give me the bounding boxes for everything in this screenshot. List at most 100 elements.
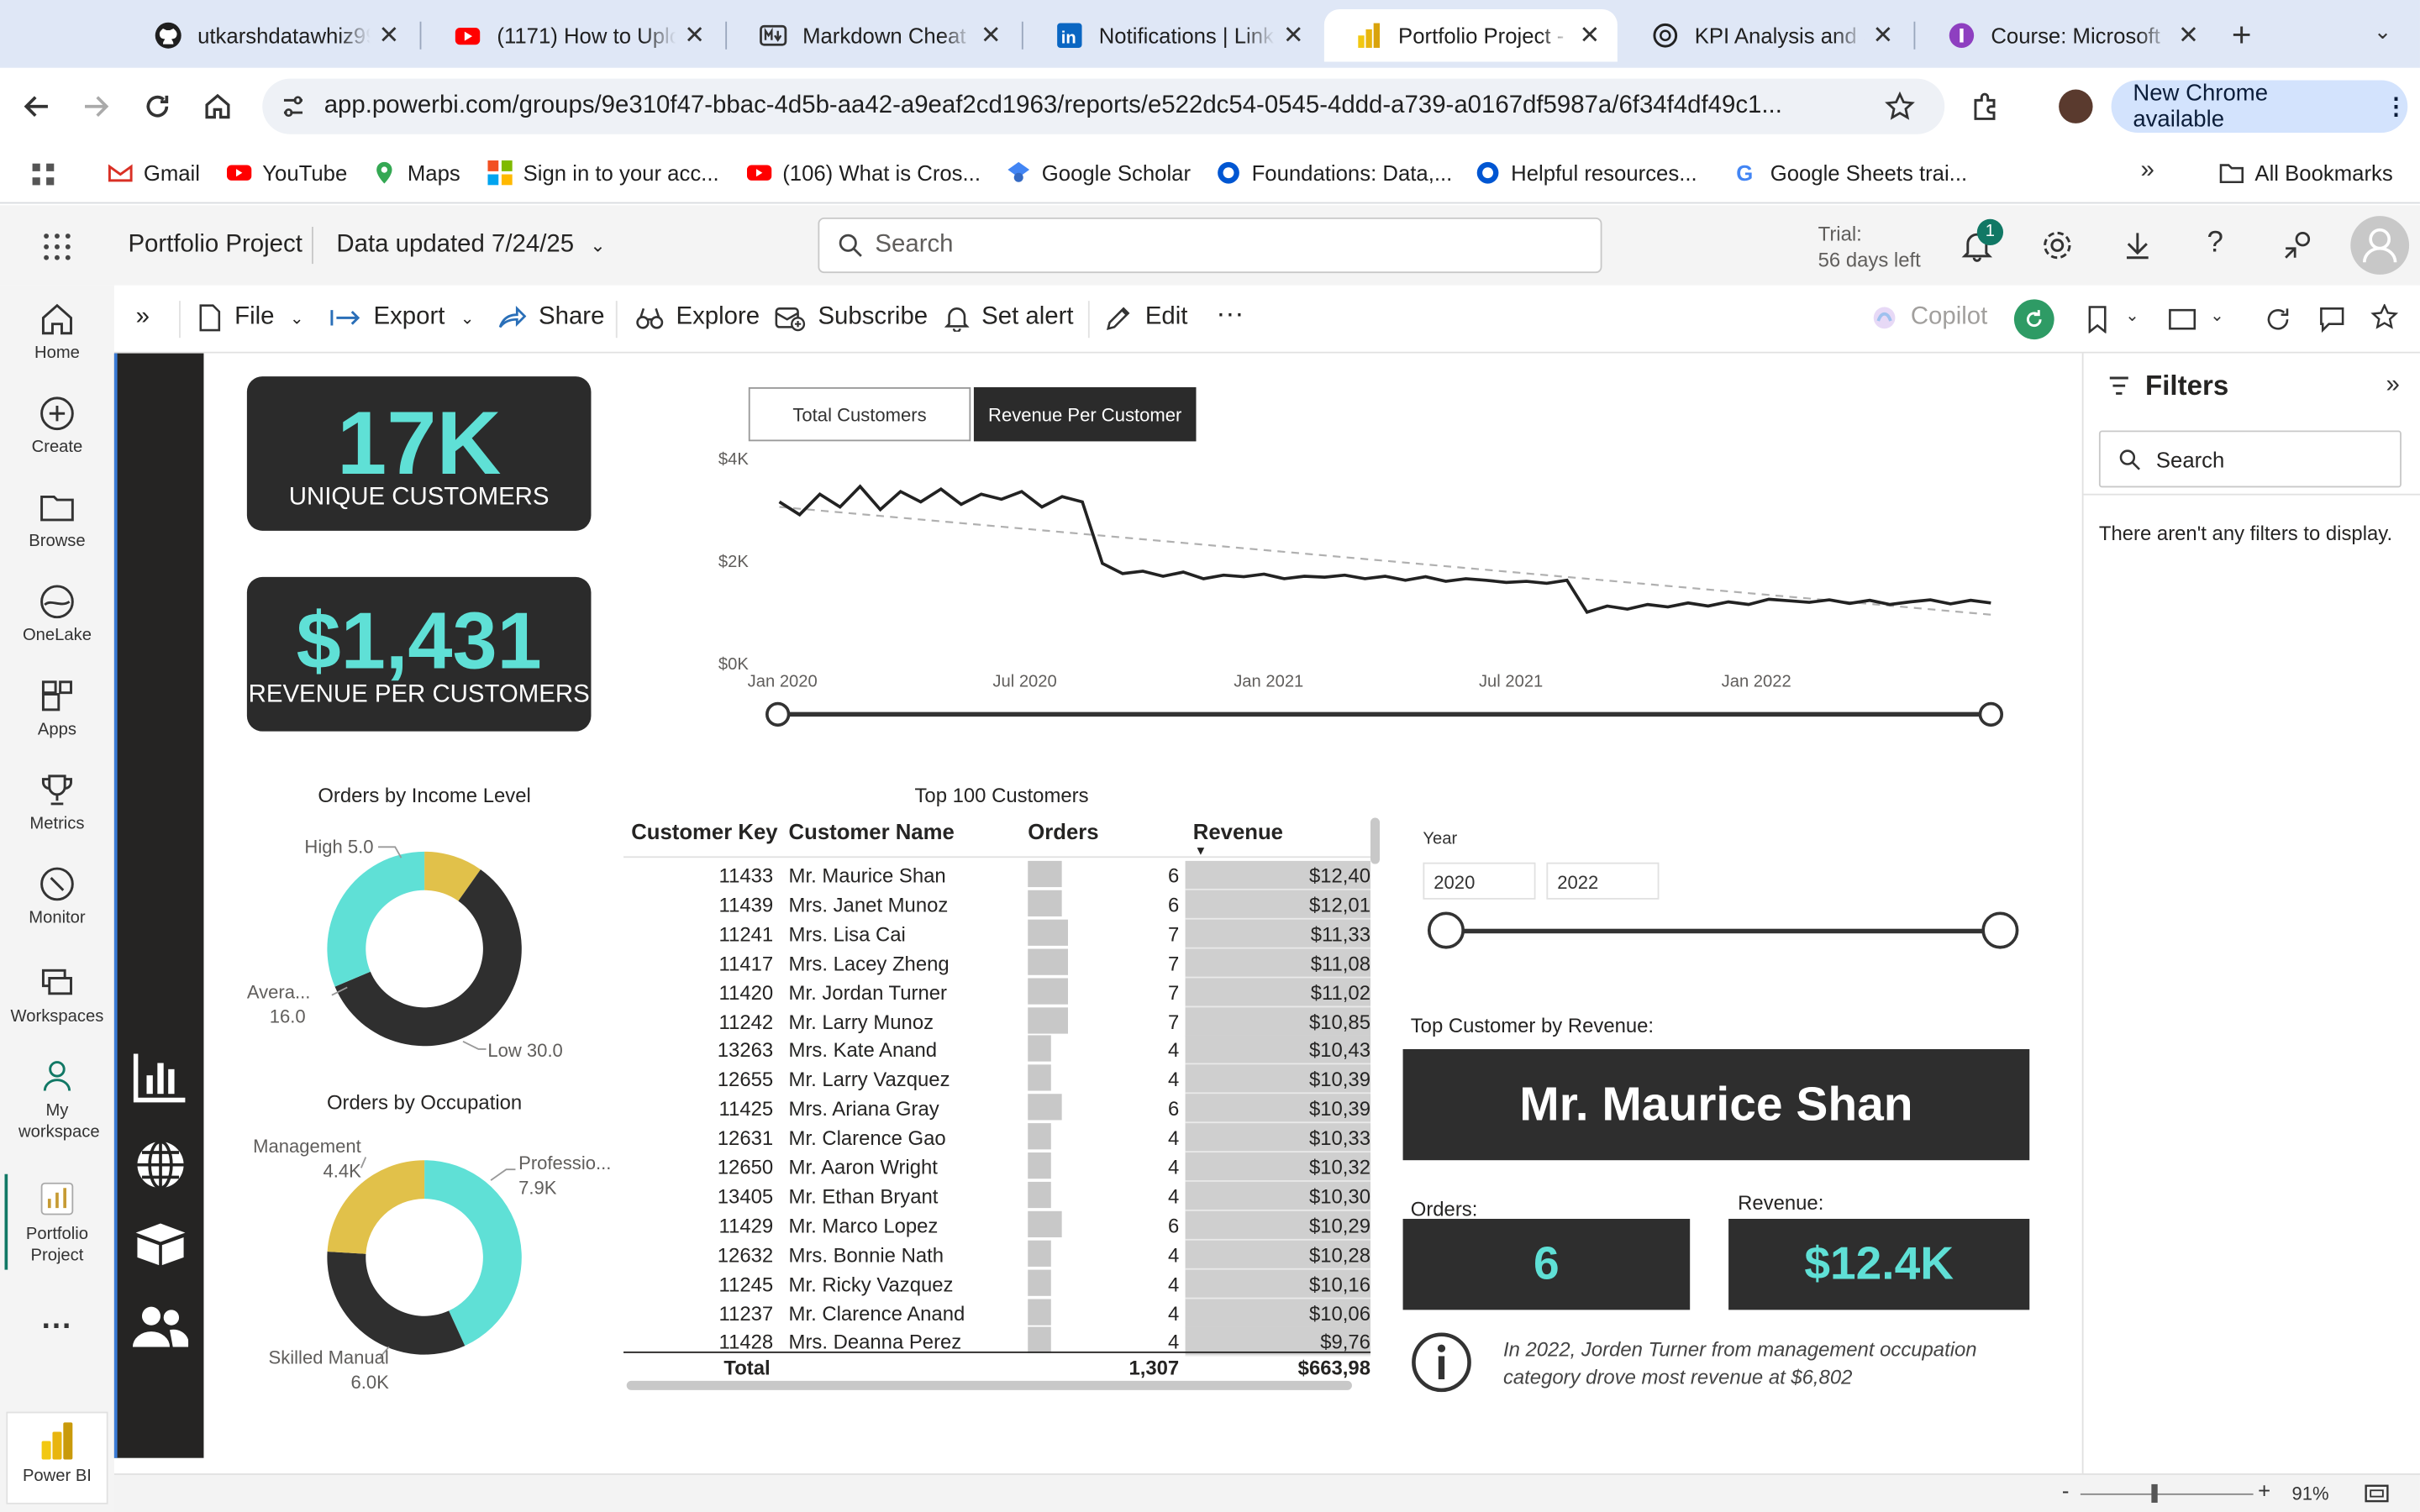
apps-grid-icon[interactable] [31,162,55,186]
donut-slice-average[interactable] [327,851,425,987]
nav-powerbi[interactable]: Power BI [0,1421,114,1486]
search-input[interactable]: Search [818,217,1602,274]
close-icon[interactable]: ✕ [371,20,408,51]
chevron-down-icon[interactable]: ⌄ [2374,18,2392,45]
year-slider-start-handle[interactable] [1427,911,1465,949]
close-icon[interactable]: ✕ [2170,20,2207,51]
table-row[interactable]: 11420 Mr. Jordan Turner 7 $11,02 [623,977,1380,1007]
collapse-filters-icon[interactable]: » [2386,372,2400,400]
table-row[interactable]: 12632 Mrs. Bonnie Nath 4 $10,28 [623,1240,1380,1270]
nav-workspaces[interactable]: Workspaces [0,964,114,1026]
date-range-end-handle[interactable] [1978,701,2004,727]
comment-icon[interactable] [2318,306,2346,333]
file-menu[interactable]: File ⌄ [197,304,304,332]
chevron-down-icon[interactable]: ⌄ [2210,306,2224,326]
help-icon[interactable]: ? [2207,227,2223,260]
nav-onelake[interactable]: OneLake [0,583,114,645]
app-launcher-icon[interactable] [42,232,73,263]
table-row[interactable]: 13263 Mrs. Kate Anand 4 $10,43 [623,1036,1380,1066]
table-row[interactable]: 11242 Mr. Larry Munoz 7 $10,85 [623,1006,1380,1037]
reload-icon[interactable] [142,91,173,122]
data-updated-dropdown[interactable]: Data updated 7/24/25 ⌄ [336,232,605,260]
bookmark-helpful[interactable]: Helpful resources... [1476,160,1697,185]
col-header-orders[interactable]: Orders [1028,819,1098,843]
profile-avatar[interactable] [2059,89,2093,123]
nav-monitor[interactable]: Monitor [0,865,114,927]
forward-arrow-icon[interactable] [81,91,112,122]
nav-apps[interactable]: Apps [0,677,114,739]
table-row[interactable]: 12650 Mr. Aaron Wright 4 $10,32 [623,1152,1380,1182]
people-icon[interactable] [132,1304,189,1350]
reset-icon[interactable] [2013,299,2054,340]
bar-chart-icon[interactable] [133,1051,188,1103]
globe-icon[interactable] [133,1137,188,1193]
more-bookmarks-icon[interactable]: » [2141,157,2154,185]
year-to-input[interactable]: 2022 [1546,862,1660,900]
tab-markdown[interactable]: Markdown Cheat S ✕ [729,9,1018,61]
share-button[interactable]: Share [498,304,604,332]
table-row[interactable]: 11429 Mr. Marco Lopez 6 $10,29 [623,1210,1380,1241]
filters-search-input[interactable]: Search [2098,430,2402,488]
bookmark-cross[interactable]: (106) What is Cros... [746,160,981,185]
table-row[interactable]: 11237 Mr. Clarence Anand 4 $10,06 [623,1298,1380,1328]
nav-metrics[interactable]: Metrics [0,771,114,833]
more-icon[interactable]: ··· [0,1310,114,1345]
workspace-title[interactable]: Portfolio Project [128,232,302,260]
address-bar[interactable]: app.powerbi.com/groups/9e310f47-bbac-4d5… [262,78,1945,134]
all-bookmarks[interactable]: All Bookmarks [2219,160,2393,185]
close-icon[interactable]: ✕ [1275,20,1312,51]
close-icon[interactable]: ✕ [1865,20,1902,51]
table-row[interactable]: 12655 Mr. Larry Vazquez 4 $10,39 [623,1064,1380,1095]
tab-kpi-analysis[interactable]: KPI Analysis and S ✕ [1621,9,1911,61]
table-row[interactable]: 12631 Mr. Clarence Gao 4 $10,33 [623,1123,1380,1153]
set-alert-button[interactable]: Set alert [944,304,1074,332]
star-icon[interactable] [1885,91,1916,122]
view-icon[interactable] [2167,307,2198,332]
table-row[interactable]: 11241 Mrs. Lisa Cai 7 $11,33 [623,919,1380,949]
explore-button[interactable]: Explore [636,304,760,332]
subscribe-button[interactable]: Subscribe [775,304,928,332]
fit-page-icon[interactable] [2365,1484,2389,1503]
col-header-revenue[interactable]: Revenue [1193,819,1283,843]
tab-course[interactable]: Course: Microsoft ✕ [1917,9,2216,61]
year-slider-end-handle[interactable] [1981,911,2019,949]
bookmark-signin[interactable]: Sign in to your acc... [487,160,719,186]
table-row[interactable]: 11245 Mr. Ricky Vazquez 4 $10,16 [623,1268,1380,1299]
expand-pane-icon[interactable]: » [136,304,150,332]
close-icon[interactable]: ✕ [972,20,1009,51]
site-settings-icon[interactable] [281,94,305,118]
table-row[interactable]: 13405 Mr. Ethan Bryant 4 $10,30 [623,1181,1380,1211]
copilot-button[interactable]: Copilot [1870,304,1987,332]
nav-home[interactable]: Home [0,301,114,363]
bookmark-scholar[interactable]: Google Scholar [1007,160,1191,185]
col-header-customer-key[interactable]: Customer Key [631,819,777,843]
zoom-in-button[interactable]: + [2258,1478,2270,1503]
col-header-customer-name[interactable]: Customer Name [789,819,955,843]
revenue-per-customer-toggle[interactable]: Revenue Per Customer [973,387,1197,442]
table-row[interactable]: 11433 Mr. Maurice Shan 6 $12,40 [623,860,1380,890]
more-options-icon[interactable]: ··· [1216,297,1244,330]
new-chrome-button[interactable]: New Chrome available ⋮ [2111,80,2408,133]
total-customers-toggle[interactable]: Total Customers [748,387,971,442]
tab-linkedin[interactable]: in Notifications | Link ✕ [1025,9,1322,61]
bookmark-maps[interactable]: Maps [372,160,460,185]
tab-youtube[interactable]: (1171) How to Uplo ✕ [423,9,722,61]
zoom-slider[interactable] [2080,1493,2254,1495]
chevron-down-icon[interactable]: ⌄ [2125,306,2139,326]
avatar[interactable] [2350,216,2410,275]
gear-icon[interactable] [2040,228,2074,262]
favorite-star-icon[interactable] [2370,303,2399,332]
refresh-icon[interactable] [2264,306,2291,333]
home-icon[interactable] [203,91,234,122]
tab-github[interactable]: utkarshdatawhiz99 ✕ [124,9,417,61]
edit-button[interactable]: Edit [1105,304,1187,332]
back-arrow-icon[interactable] [22,91,53,122]
bookmark-icon[interactable] [2085,306,2109,333]
new-tab-button[interactable]: + [2232,15,2252,55]
bookmark-sheets[interactable]: G Google Sheets trai... [1734,160,1967,185]
table-row[interactable]: 11425 Mrs. Ariana Gray 6 $10,39 [623,1094,1380,1124]
bookmark-youtube[interactable]: YouTube [226,160,347,185]
box-icon[interactable] [133,1221,188,1267]
year-from-input[interactable]: 2020 [1423,862,1536,900]
donut-slice-skilled-manual[interactable] [327,1251,466,1355]
